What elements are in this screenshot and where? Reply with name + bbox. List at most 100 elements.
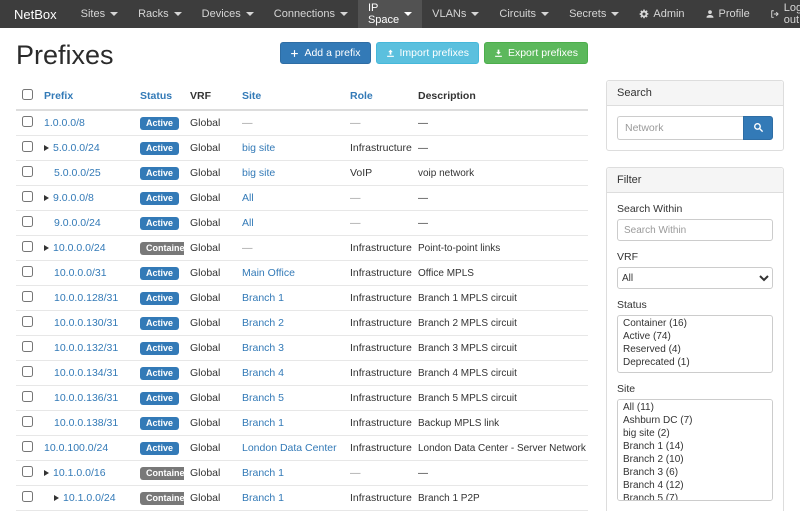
row-checkbox[interactable]	[22, 416, 33, 427]
site-link[interactable]: Branch 5	[242, 392, 284, 404]
filter-option[interactable]: Branch 4 (12)	[619, 479, 771, 492]
prefix-link[interactable]: 10.1.0.0/24	[63, 492, 116, 504]
select-all-checkbox[interactable]	[22, 89, 33, 100]
site-link[interactable]: Branch 2	[242, 317, 284, 329]
filter-option[interactable]: Active (74)	[619, 330, 771, 343]
row-checkbox[interactable]	[22, 191, 33, 202]
row-checkbox[interactable]	[22, 116, 33, 127]
search-input[interactable]	[617, 116, 743, 140]
expand-caret-icon[interactable]	[44, 470, 49, 476]
prefix-link[interactable]: 10.0.0.132/31	[54, 342, 118, 354]
row-checkbox[interactable]	[22, 141, 33, 152]
filter-option[interactable]: Branch 3 (6)	[619, 466, 771, 479]
nav-item-ip-space[interactable]: IP Space	[358, 0, 422, 28]
prefix-link[interactable]: 10.0.0.138/31	[54, 417, 118, 429]
description-cell: Branch 4 MPLS circuit	[412, 361, 588, 386]
row-checkbox[interactable]	[22, 491, 33, 502]
site-link[interactable]: All	[242, 217, 254, 229]
filter-option[interactable]: All (11)	[619, 401, 771, 414]
site-link[interactable]: Branch 4	[242, 367, 284, 379]
filter-option[interactable]: Branch 1 (14)	[619, 440, 771, 453]
prefix-link[interactable]: 10.0.0.130/31	[54, 317, 118, 329]
prefix-link[interactable]: 9.0.0.0/8	[53, 192, 94, 204]
site-link[interactable]: Main Office	[242, 267, 295, 279]
site-link[interactable]: big site	[242, 167, 275, 179]
prefix-link[interactable]: 10.0.0.136/31	[54, 392, 118, 404]
search-within-input[interactable]	[617, 219, 773, 241]
prefix-link[interactable]: 10.0.0.0/24	[53, 242, 106, 254]
prefix-link[interactable]: 5.0.0.0/25	[54, 167, 101, 179]
prefix-link[interactable]: 5.0.0.0/24	[53, 142, 100, 154]
row-checkbox[interactable]	[22, 166, 33, 177]
sort-prefix-link[interactable]: Prefix	[44, 90, 73, 102]
site-link[interactable]: Branch 1	[242, 417, 284, 429]
site-link[interactable]: London Data Center	[242, 442, 337, 454]
import-prefixes-button[interactable]: Import prefixes	[376, 42, 479, 64]
prefix-link[interactable]: 1.0.0.0/8	[44, 117, 85, 129]
row-checkbox[interactable]	[22, 291, 33, 302]
filter-option[interactable]: Reserved (4)	[619, 343, 771, 356]
expand-caret-icon[interactable]	[44, 195, 49, 201]
filter-option[interactable]: big site (2)	[619, 427, 771, 440]
nav-item-devices[interactable]: Devices	[192, 0, 264, 28]
nav-item-sites[interactable]: Sites	[71, 0, 128, 28]
prefix-link[interactable]: 10.1.0.0/16	[53, 467, 106, 479]
row-checkbox[interactable]	[22, 216, 33, 227]
nav-item-secrets[interactable]: Secrets	[559, 0, 629, 28]
site-link[interactable]: Branch 1	[242, 492, 284, 504]
filter-option[interactable]: Deprecated (1)	[619, 356, 771, 369]
brand-logo[interactable]: NetBox	[0, 0, 71, 28]
table-row: 1.0.0.0/8ActiveGlobal———	[16, 110, 588, 136]
row-checkbox[interactable]	[22, 341, 33, 352]
row-checkbox[interactable]	[22, 366, 33, 377]
description-cell: Office MPLS	[412, 261, 588, 286]
nav-item-vlans[interactable]: VLANs	[422, 0, 489, 28]
sort-status-link[interactable]: Status	[140, 90, 172, 102]
expand-caret-icon[interactable]	[44, 245, 49, 251]
row-checkbox[interactable]	[22, 391, 33, 402]
nav-item-racks[interactable]: Racks	[128, 0, 192, 28]
prefix-link[interactable]: 10.0.0.134/31	[54, 367, 118, 379]
nav-item-connections[interactable]: Connections	[264, 0, 358, 28]
utility-admin[interactable]: Admin	[629, 0, 694, 28]
site-link[interactable]: Branch 1	[242, 467, 284, 479]
prefix-link[interactable]: 10.0.0.0/31	[54, 267, 107, 279]
row-checkbox[interactable]	[22, 466, 33, 477]
status-badge: Active	[140, 217, 179, 230]
role-cell: —	[344, 186, 412, 211]
add-a-prefix-button[interactable]: Add a prefix	[280, 42, 370, 64]
utility-profile[interactable]: Profile	[695, 0, 760, 28]
sort-role-link[interactable]: Role	[350, 90, 373, 102]
vrf-select[interactable]: All	[617, 267, 773, 289]
row-checkbox[interactable]	[22, 441, 33, 452]
filter-option[interactable]: Branch 2 (10)	[619, 453, 771, 466]
row-checkbox[interactable]	[22, 266, 33, 277]
search-submit-button[interactable]	[743, 116, 773, 140]
chevron-down-icon	[110, 12, 118, 16]
site-link[interactable]: big site	[242, 142, 275, 154]
status-badge: Active	[140, 192, 179, 205]
filter-option[interactable]: Branch 5 (7)	[619, 492, 771, 501]
site-link[interactable]: All	[242, 192, 254, 204]
row-select-cell	[16, 286, 38, 311]
prefix-link[interactable]: 10.0.100.0/24	[44, 442, 108, 454]
vrf-cell: Global	[184, 110, 236, 136]
prefix-indent-wrap: 10.0.0.130/31	[44, 317, 128, 329]
filter-option[interactable]: Ashburn DC (7)	[619, 414, 771, 427]
prefix-link[interactable]: 9.0.0.0/24	[54, 217, 101, 229]
site-link[interactable]: Branch 1	[242, 292, 284, 304]
filter-option[interactable]: Container (16)	[619, 317, 771, 330]
filter-status-list[interactable]: Container (16)Active (74)Reserved (4)Dep…	[617, 315, 773, 373]
nav-item-circuits[interactable]: Circuits	[489, 0, 559, 28]
expand-caret-icon[interactable]	[54, 495, 59, 501]
utility-log-out[interactable]: Log out	[760, 0, 800, 28]
prefix-link[interactable]: 10.0.0.128/31	[54, 292, 118, 304]
site-link[interactable]: Branch 3	[242, 342, 284, 354]
expand-caret-icon[interactable]	[44, 145, 49, 151]
row-checkbox[interactable]	[22, 241, 33, 252]
row-checkbox[interactable]	[22, 316, 33, 327]
sort-site-link[interactable]: Site	[242, 90, 261, 102]
prefix-indent-wrap: 10.0.0.0/24	[44, 242, 128, 254]
export-prefixes-button[interactable]: Export prefixes	[484, 42, 588, 64]
filter-site-list[interactable]: All (11)Ashburn DC (7)big site (2)Branch…	[617, 399, 773, 501]
